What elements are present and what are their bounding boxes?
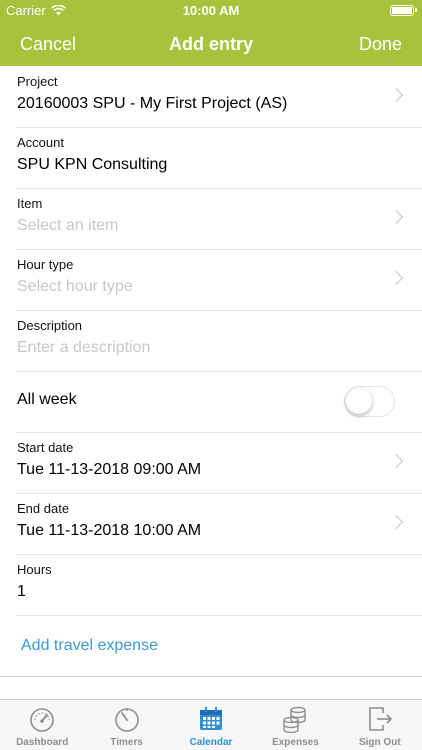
project-row[interactable]: Project 20160003 SPU - My First Project … [0, 66, 422, 128]
item-row[interactable]: Item Select an item [0, 188, 422, 250]
travel-expense-row: Add travel expense [0, 615, 422, 677]
sign-out-icon [369, 707, 392, 731]
account-label: Account [17, 135, 64, 150]
description-input[interactable]: Enter a description [17, 339, 150, 357]
tab-dashboard[interactable]: Dashboard [0, 700, 84, 750]
project-label: Project [17, 74, 58, 89]
start-date-value: Tue 11-13-2018 09:00 AM [17, 461, 202, 478]
chevron-right-icon [388, 453, 404, 469]
start-date-label: Start date [17, 440, 74, 455]
item-placeholder: Select an item [17, 217, 119, 234]
tab-label: Calendar [189, 737, 233, 748]
account-row: Account SPU KPN Consulting [0, 127, 422, 189]
hours-label: Hours [17, 562, 52, 577]
coins-icon [283, 706, 307, 733]
end-date-row[interactable]: End date Tue 11-13-2018 10:00 AM [0, 493, 422, 555]
description-row[interactable]: Description Enter a description [0, 310, 422, 372]
description-label: Description [17, 318, 83, 333]
tab-calendar[interactable]: Calendar [169, 700, 253, 750]
item-label: Item [17, 196, 43, 211]
calendar-icon [200, 707, 223, 730]
hour-type-placeholder: Select hour type [17, 278, 133, 295]
hour-type-label: Hour type [17, 257, 74, 272]
all-week-label: All week [17, 391, 77, 408]
all-week-row: All week [0, 371, 422, 433]
hours-input[interactable]: 1 [17, 583, 26, 601]
entry-form: Project 20160003 SPU - My First Project … [0, 66, 422, 677]
chevron-right-icon [388, 514, 404, 530]
hour-type-row[interactable]: Hour type Select hour type [0, 249, 422, 311]
tab-label: Sign Out [358, 737, 401, 748]
speedometer-icon [30, 708, 55, 732]
divider [0, 676, 422, 677]
tab-bar: Dashboard Timers Calendar Expenses Sign … [0, 699, 422, 750]
battery-icon [390, 5, 417, 16]
tab-expenses[interactable]: Expenses [253, 700, 337, 750]
status-time: 10:00 AM [182, 3, 240, 18]
start-date-row[interactable]: Start date Tue 11-13-2018 09:00 AM [0, 432, 422, 494]
tab-timers[interactable]: Timers [84, 700, 168, 750]
toggle-knob [346, 388, 372, 414]
timer-icon [114, 708, 139, 732]
chevron-right-icon [388, 209, 404, 225]
project-value: 20160003 SPU - My First Project (AS) [17, 95, 288, 112]
status-bar: Carrier 10:00 AM [0, 0, 422, 22]
chevron-right-icon [388, 87, 404, 103]
tab-sign-out[interactable]: Sign Out [338, 700, 422, 750]
tab-label: Expenses [272, 737, 319, 748]
done-button[interactable]: Done [359, 34, 402, 55]
tab-label: Timers [110, 737, 143, 748]
end-date-value: Tue 11-13-2018 10:00 AM [17, 522, 202, 539]
chevron-right-icon [388, 270, 404, 286]
nav-bar: Cancel Add entry Done [0, 22, 422, 66]
tab-label: Dashboard [16, 737, 69, 748]
hours-row[interactable]: Hours 1 [0, 554, 422, 616]
end-date-label: End date [17, 501, 70, 516]
all-week-toggle[interactable] [344, 386, 395, 417]
add-travel-expense-link[interactable]: Add travel expense [21, 637, 158, 655]
account-value: SPU KPN Consulting [17, 156, 168, 173]
